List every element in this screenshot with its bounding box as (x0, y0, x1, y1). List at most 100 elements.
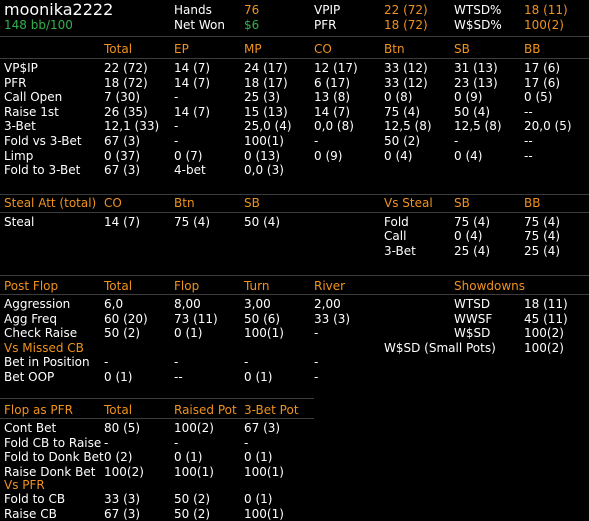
table-cell: -- (174, 370, 183, 384)
postflop-col-turn: Turn (244, 279, 270, 293)
row-label: Limp (4, 148, 34, 163)
table-cell: 33 (12) (384, 61, 428, 75)
table-cell: 0 (7) (174, 148, 203, 163)
col-bb: BB (524, 42, 541, 56)
table-cell: 50 (2) (174, 506, 211, 521)
table-cell: 6,0 (104, 297, 124, 311)
table-cell: 0 (2) (104, 450, 133, 465)
table-cell: 0 (37) (104, 148, 141, 163)
table-cell: 73 (11) (174, 311, 218, 326)
showdown-label: WWSF (454, 312, 493, 326)
table-cell: 100(2) (174, 421, 214, 435)
table-cell: 4-bet (174, 163, 206, 178)
pfr-title: Flop as PFR (4, 403, 73, 417)
showdown-label: W$SD (454, 326, 491, 340)
table-cell: 100(1) (244, 506, 284, 521)
pfr-col-total: Total (104, 403, 133, 417)
wtsd-label: WTSD% (454, 3, 502, 17)
steal-title: Steal Att (total) (4, 196, 97, 210)
table-cell: 0 (1) (174, 450, 203, 465)
showdown-value: 100(2) (524, 341, 564, 355)
table-cell: 17 (6) (524, 61, 561, 75)
vs-steal-cell: 0 (4) (454, 229, 483, 243)
pfr-value: 18 (72) (384, 18, 428, 32)
table-cell: - (314, 326, 319, 341)
table-cell: 0,0 (8) (314, 119, 354, 134)
table-cell: 24 (17) (244, 61, 288, 75)
table-cell: - (314, 370, 319, 384)
row-label: Aggression (4, 297, 71, 311)
row-label: Fold to CB (4, 492, 66, 506)
postflop-col-river: River (314, 279, 346, 293)
table-cell: 18 (72) (104, 75, 148, 90)
steal-btn: 75 (4) (174, 215, 211, 229)
col-total: Total (104, 42, 133, 56)
hands-label: Hands (174, 3, 212, 17)
table-cell: 15 (13) (244, 104, 288, 119)
table-cell: 60 (20) (104, 311, 148, 326)
table-cell: 67 (3) (104, 506, 141, 521)
table-cell: 0 (5) (524, 90, 553, 105)
table-cell: 14 (7) (174, 104, 211, 119)
table-cell: 0 (4) (384, 148, 413, 163)
table-cell: 20,0 (5) (524, 119, 572, 134)
steal-col-btn: Btn (174, 196, 195, 210)
showdown-label: W$SD (Small Pots) (384, 341, 496, 355)
vs-steal-col-sb: SB (454, 196, 470, 210)
table-cell: 25 (3) (244, 90, 281, 105)
table-cell: 75 (4) (384, 104, 421, 119)
table-cell: 0 (1) (244, 492, 273, 506)
table-cell: 23 (13) (454, 75, 498, 90)
vs-steal-label: Call (384, 229, 407, 243)
table-cell: 12,5 (8) (454, 119, 502, 134)
table-cell: 3,00 (244, 297, 271, 311)
postflop-col-total: Total (104, 279, 133, 293)
table-cell: 0 (4) (454, 148, 483, 163)
vpip-value: 22 (72) (384, 3, 428, 17)
pfr-col-raised: Raised Pot (174, 403, 237, 417)
vpip-label: VPIP (314, 3, 341, 17)
vs-steal-cell: 25 (4) (454, 244, 491, 258)
table-cell: 6 (17) (314, 75, 351, 90)
table-cell: 33 (3) (314, 311, 351, 326)
row-label: Call Open (4, 90, 63, 105)
table-cell: - (174, 134, 179, 148)
table-cell: -- (524, 134, 533, 148)
showdown-value: 100(2) (524, 326, 564, 340)
steal-co: 14 (7) (104, 215, 141, 229)
showdown-value: 45 (11) (524, 312, 568, 326)
table-cell: 26 (35) (104, 104, 148, 119)
col-btn: Btn (384, 42, 405, 56)
pfr-label: PFR (314, 18, 337, 32)
table-cell: - (454, 134, 459, 148)
divider (0, 58, 589, 59)
showdown-value: 18 (11) (524, 297, 568, 311)
vs-missed-cb-title: Vs Missed CB (4, 341, 84, 355)
table-cell: 0 (1) (104, 370, 133, 384)
col-ep: EP (174, 42, 189, 56)
table-cell: 25,0 (4) (244, 119, 292, 134)
row-label: Bet in Position (4, 355, 90, 369)
wsd-label: W$SD% (454, 18, 502, 32)
table-cell: 7 (30) (104, 90, 141, 105)
row-label: Raise CB (4, 506, 57, 521)
col-sb: SB (454, 42, 470, 56)
row-label: Agg Freq (4, 311, 57, 326)
postflop-col-flop: Flop (174, 279, 200, 293)
vs-steal-label: 3-Bet (384, 244, 416, 258)
table-cell: - (104, 355, 109, 369)
table-cell: 12 (17) (314, 61, 358, 75)
table-cell: - (174, 435, 179, 450)
table-cell: 100(1) (244, 464, 284, 479)
table-cell: 0,0 (3) (244, 163, 284, 178)
table-cell: 17 (6) (524, 75, 561, 90)
table-cell: 67 (3) (104, 163, 141, 178)
steal-label: Steal (4, 215, 35, 229)
vs-steal-cell: 75 (4) (454, 215, 491, 229)
table-cell: -- (524, 104, 533, 119)
divider (0, 275, 589, 276)
showdown-label: WTSD (454, 297, 491, 311)
table-cell: 22 (72) (104, 61, 148, 75)
table-cell: - (244, 435, 249, 450)
table-cell: - (104, 435, 109, 450)
